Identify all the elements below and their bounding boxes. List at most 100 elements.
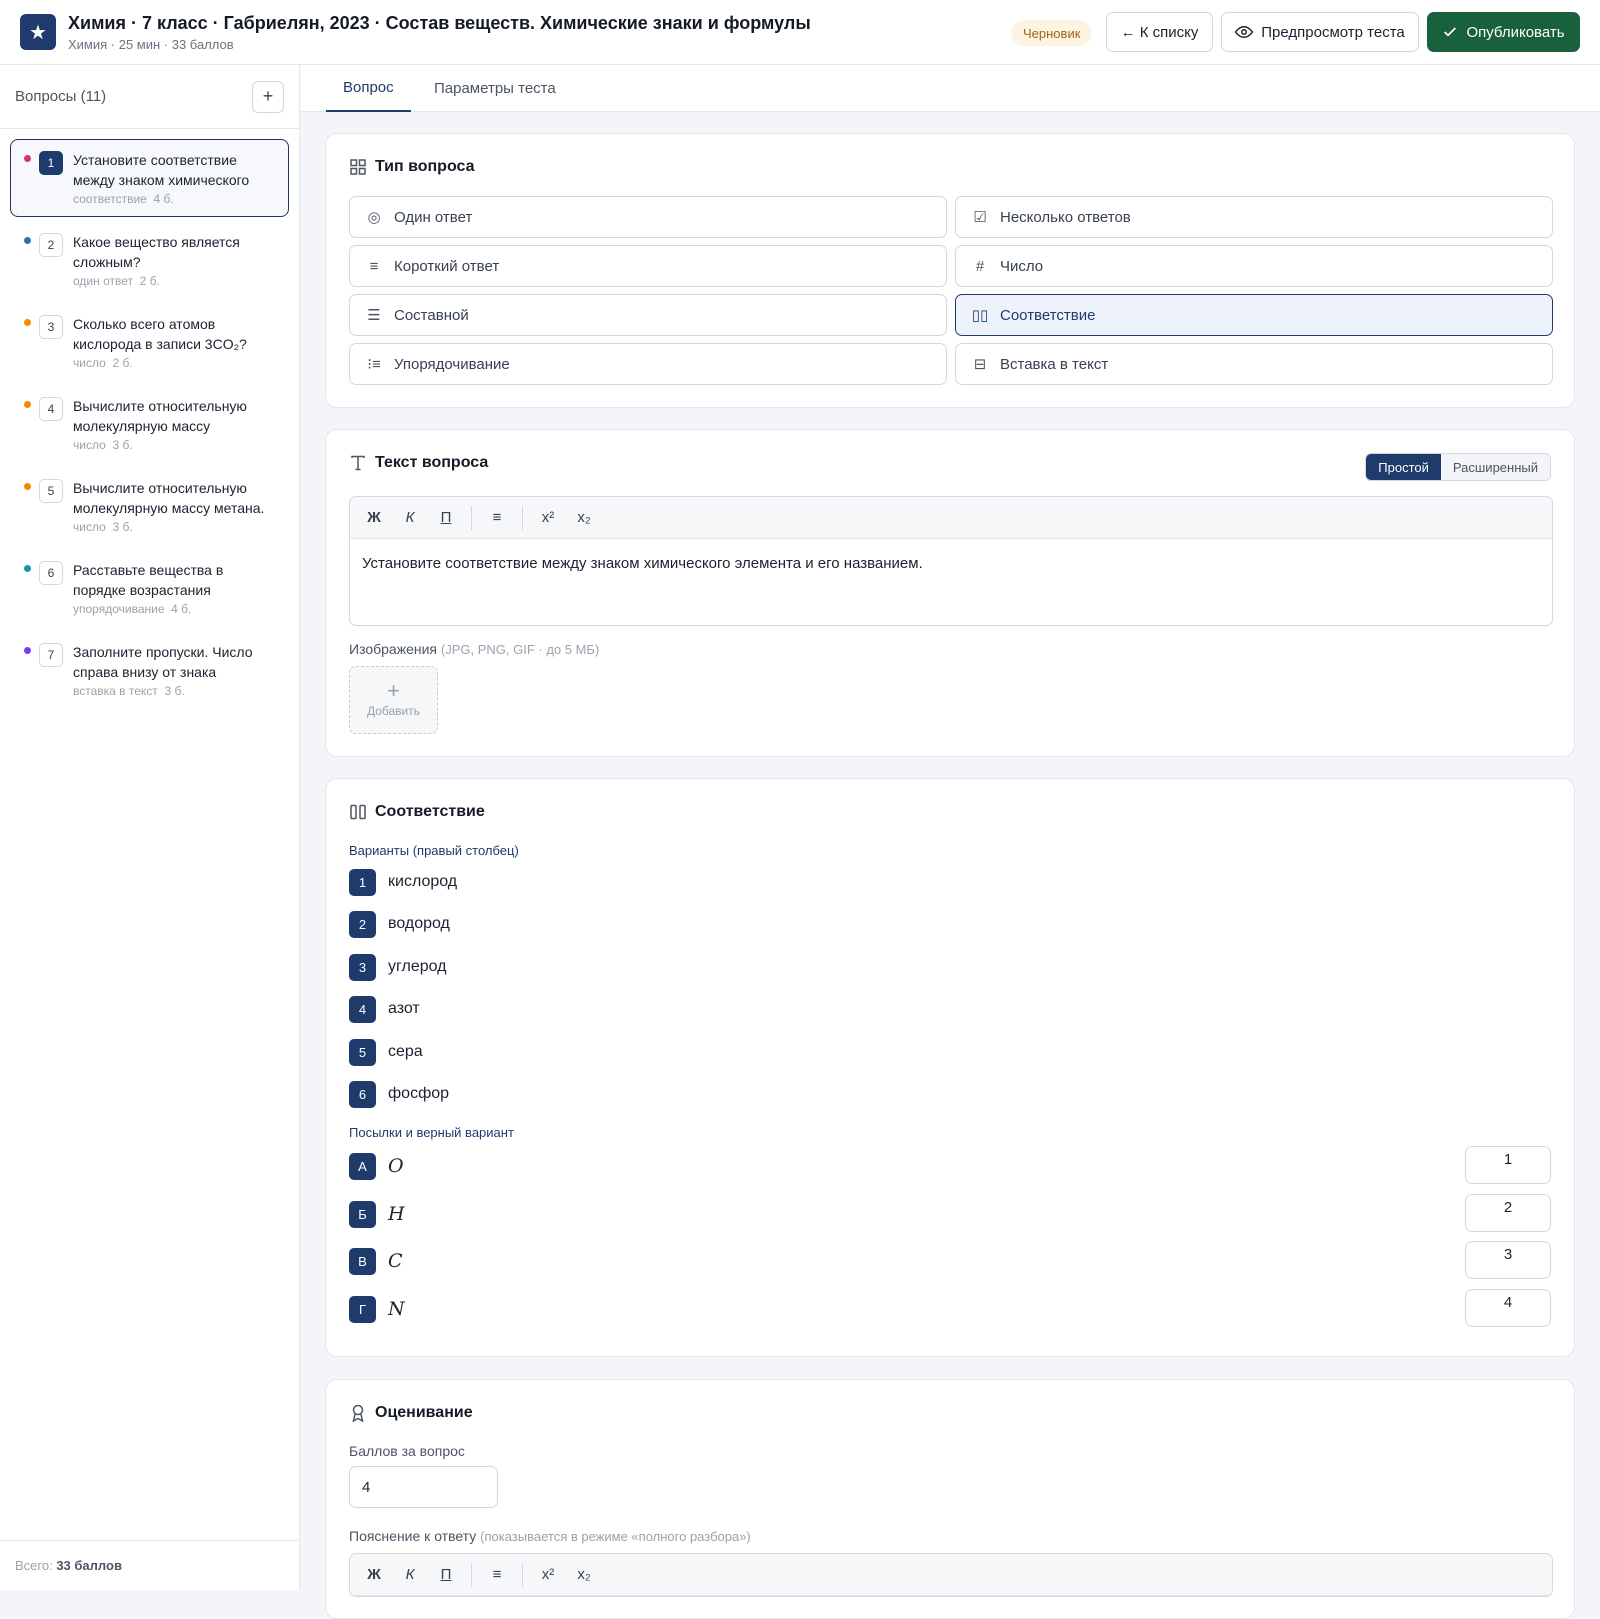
images-label-text: Изображения bbox=[349, 641, 437, 657]
points-input[interactable]: 4 bbox=[349, 1466, 498, 1508]
question-color-dot bbox=[24, 155, 31, 162]
option-row: 5 сера bbox=[349, 1038, 423, 1066]
underline-button[interactable]: П bbox=[428, 503, 464, 533]
images-hint: (JPG, PNG, GIF · до 5 МБ) bbox=[440, 642, 600, 657]
type-multiple-answers[interactable]: ☑ Несколько ответов bbox=[955, 196, 1553, 238]
question-points: 2 б. bbox=[139, 274, 160, 288]
type-label: Вставка в текст bbox=[1000, 355, 1109, 373]
answer-input[interactable]: 4 bbox=[1465, 1289, 1551, 1327]
page-subtitle: Химия · 25 мин · 33 баллов bbox=[68, 37, 234, 52]
subscript-button[interactable]: x₂ bbox=[566, 503, 602, 533]
preview-test-label: Предпросмотр теста bbox=[1261, 23, 1405, 41]
bold-button[interactable]: Ж bbox=[356, 503, 392, 533]
add-question-button[interactable]: + bbox=[252, 80, 284, 113]
points-label: Баллов за вопрос bbox=[349, 1443, 465, 1459]
check-icon bbox=[1444, 27, 1457, 37]
question-item-2[interactable]: 2 Какое вещество является сложным? один … bbox=[10, 221, 289, 299]
question-color-dot bbox=[24, 483, 31, 490]
total-points: Всего: 33 баллов bbox=[0, 1540, 300, 1590]
question-type-title: Тип вопроса bbox=[349, 158, 475, 176]
matching-title: Соответствие bbox=[349, 803, 485, 821]
question-number: 1 bbox=[39, 151, 63, 175]
question-item-6[interactable]: 6 Расставьте вещества в порядке возраста… bbox=[10, 549, 289, 627]
mode-simple-button[interactable]: Простой bbox=[1366, 454, 1441, 480]
question-item-3[interactable]: 3 Сколько всего атомов кислорода в запис… bbox=[10, 303, 289, 381]
question-meta: вставка в текст 3 б. bbox=[73, 684, 278, 698]
answer-input[interactable]: 1 bbox=[1465, 1146, 1551, 1184]
option-text[interactable]: кислород bbox=[388, 873, 457, 891]
premise-symbol[interactable]: H bbox=[388, 1203, 405, 1225]
question-type: число bbox=[73, 438, 106, 452]
superscript-button[interactable]: x² bbox=[530, 503, 566, 533]
type-short-answer[interactable]: ≡ Короткий ответ bbox=[349, 245, 947, 287]
question-number: 2 bbox=[39, 233, 63, 257]
question-number: 4 bbox=[39, 397, 63, 421]
premise-row: Г N bbox=[349, 1295, 405, 1323]
eye-icon bbox=[1235, 25, 1254, 39]
tab-question[interactable]: Вопрос bbox=[326, 65, 411, 112]
option-text[interactable]: азот bbox=[388, 1000, 420, 1018]
option-text[interactable]: водород bbox=[388, 915, 450, 933]
matching-label: Соответствие bbox=[375, 803, 485, 820]
option-number: 6 bbox=[349, 1080, 376, 1108]
question-title: Установите соответствие между знаком хим… bbox=[73, 152, 250, 188]
option-number: 5 bbox=[349, 1038, 376, 1066]
type-number[interactable]: # Число bbox=[955, 245, 1553, 287]
top-bar: ★ Химия · 7 класс · Габриелян, 2023 · Со… bbox=[0, 0, 1600, 65]
question-item-7[interactable]: 7 Заполните пропуски. Число справа внизу… bbox=[10, 631, 289, 709]
type-single-answer[interactable]: ◎ Один ответ bbox=[349, 196, 947, 238]
explanation-label-text: Пояснение к ответу bbox=[349, 1528, 477, 1544]
insert-text-icon: ⊟ bbox=[973, 356, 987, 373]
type-ordering[interactable]: ⁝≡ Упорядочивание bbox=[349, 343, 947, 385]
italic-button[interactable]: К bbox=[392, 1560, 428, 1590]
option-row: 2 водород bbox=[349, 910, 450, 938]
question-meta: число 3 б. bbox=[73, 438, 278, 452]
ordered-list-icon: ⁝≡ bbox=[367, 356, 381, 373]
explanation-label: Пояснение к ответу (показывается в режим… bbox=[349, 1528, 751, 1544]
question-text-title: Текст вопроса bbox=[349, 454, 488, 472]
add-image-label: Добавить bbox=[366, 704, 421, 718]
grading-card: Оценивание Баллов за вопрос 4 Пояснение … bbox=[325, 1379, 1575, 1619]
bold-button[interactable]: Ж bbox=[356, 1560, 392, 1590]
matching-card: Соответствие Варианты (правый столбец) 1… bbox=[325, 778, 1575, 1357]
type-insert-text[interactable]: ⊟ Вставка в текст bbox=[955, 343, 1553, 385]
question-item-4[interactable]: 4 Вычислите относительную молекулярную м… bbox=[10, 385, 289, 463]
question-text-editor: Ж К П ≡ x² x₂ Установите соответствие ме… bbox=[349, 496, 1553, 626]
mode-advanced-button[interactable]: Расширенный bbox=[1440, 454, 1550, 480]
list-button[interactable]: ≡ bbox=[479, 503, 515, 533]
question-number: 3 bbox=[39, 315, 63, 339]
italic-button[interactable]: К bbox=[392, 503, 428, 533]
question-points: 4 б. bbox=[171, 602, 192, 616]
question-title: Заполните пропуски. Число справа внизу о… bbox=[73, 644, 253, 680]
premise-row: В C bbox=[349, 1247, 403, 1275]
type-composite[interactable]: ☰ Составной bbox=[349, 294, 947, 336]
type-matching[interactable]: ▯▯ Соответствие bbox=[955, 294, 1553, 336]
list-button[interactable]: ≡ bbox=[479, 1560, 515, 1590]
question-item-1[interactable]: 1 Установите соответствие между знаком х… bbox=[10, 139, 289, 217]
premise-symbol[interactable]: N bbox=[388, 1298, 405, 1320]
checkbox-icon: ☑ bbox=[973, 209, 987, 226]
add-image-button[interactable]: + Добавить bbox=[349, 666, 438, 734]
question-number: 5 bbox=[39, 479, 63, 503]
sidebar-header: Вопросы (11) + bbox=[0, 65, 299, 129]
answer-input[interactable]: 3 bbox=[1465, 1241, 1551, 1279]
premise-symbol[interactable]: O bbox=[388, 1155, 404, 1177]
subscript-button[interactable]: x₂ bbox=[566, 1560, 602, 1590]
underline-button[interactable]: П bbox=[428, 1560, 464, 1590]
superscript-button[interactable]: x² bbox=[530, 1560, 566, 1590]
publish-button[interactable]: Опубликовать bbox=[1427, 12, 1580, 52]
back-to-list-button[interactable]: ← К списку bbox=[1106, 12, 1213, 52]
option-text[interactable]: фосфор bbox=[388, 1085, 449, 1103]
option-text[interactable]: углерод bbox=[388, 958, 447, 976]
publish-label: Опубликовать bbox=[1466, 23, 1565, 41]
question-item-5[interactable]: 5 Вычислите относительную молекулярную м… bbox=[10, 467, 289, 545]
premise-symbol[interactable]: C bbox=[388, 1250, 403, 1272]
preview-test-button[interactable]: Предпросмотр теста bbox=[1221, 12, 1419, 52]
app-logo[interactable]: ★ bbox=[20, 14, 56, 50]
option-text[interactable]: сера bbox=[388, 1043, 423, 1061]
answer-input[interactable]: 2 bbox=[1465, 1194, 1551, 1232]
type-label: Короткий ответ bbox=[394, 257, 500, 275]
star-icon: ★ bbox=[29, 21, 47, 44]
question-text-content[interactable]: Установите соответствие между знаком хим… bbox=[350, 539, 1552, 625]
tab-test-params[interactable]: Параметры теста bbox=[417, 65, 573, 112]
